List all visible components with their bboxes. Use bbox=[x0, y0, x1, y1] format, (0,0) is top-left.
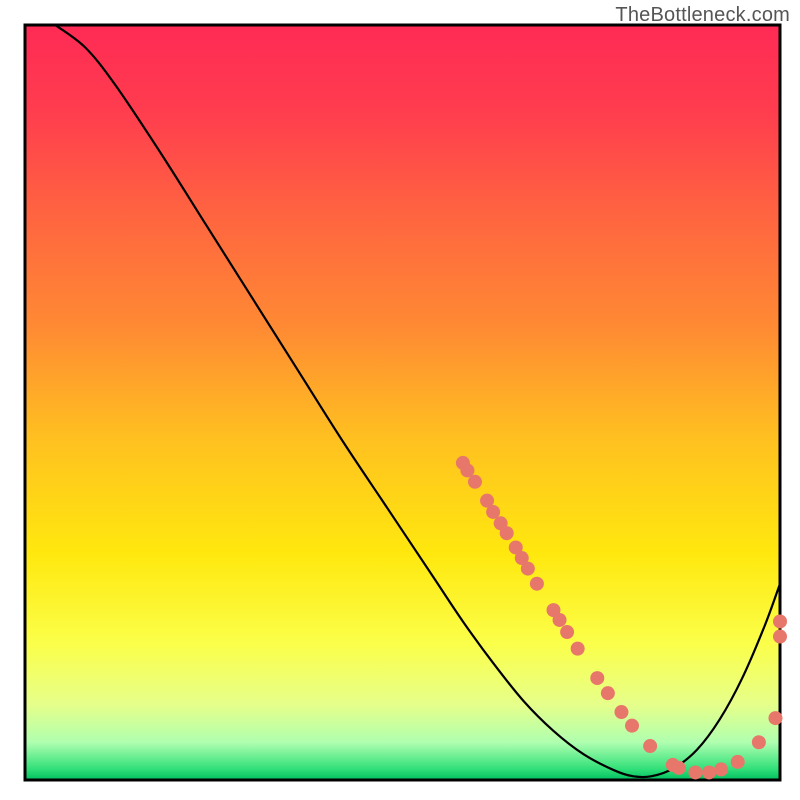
watermark-text: TheBottleneck.com bbox=[615, 4, 790, 27]
marker-point bbox=[702, 765, 716, 779]
marker-point bbox=[773, 630, 787, 644]
marker-point bbox=[614, 705, 628, 719]
marker-point bbox=[601, 686, 615, 700]
marker-point bbox=[672, 761, 686, 775]
bottleneck-chart bbox=[0, 0, 800, 800]
marker-point bbox=[530, 577, 544, 591]
marker-point bbox=[714, 762, 728, 776]
marker-point bbox=[731, 755, 745, 769]
marker-point bbox=[688, 765, 702, 779]
marker-point bbox=[590, 671, 604, 685]
chart-container: TheBottleneck.com bbox=[0, 0, 800, 800]
marker-point bbox=[560, 625, 574, 639]
marker-point bbox=[752, 735, 766, 749]
marker-point bbox=[521, 562, 535, 576]
marker-point bbox=[773, 614, 787, 628]
marker-point bbox=[553, 613, 567, 627]
marker-point bbox=[571, 642, 585, 656]
marker-point bbox=[768, 711, 782, 725]
plot-background bbox=[25, 25, 780, 780]
marker-point bbox=[625, 719, 639, 733]
marker-point bbox=[500, 526, 514, 540]
marker-point bbox=[468, 475, 482, 489]
marker-point bbox=[643, 739, 657, 753]
